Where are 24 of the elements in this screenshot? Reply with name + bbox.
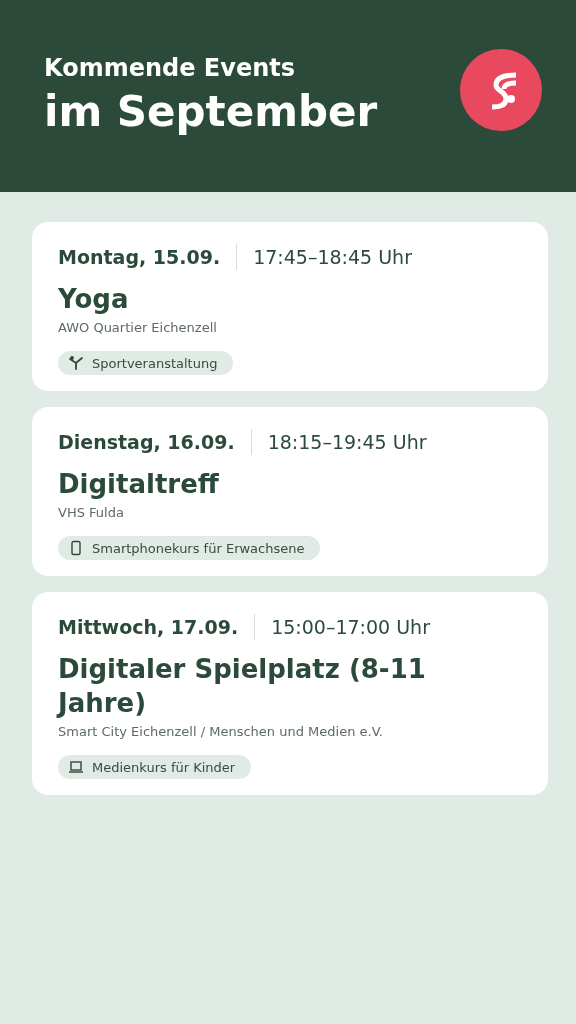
header-title: im September [44, 86, 378, 138]
event-time: 17:45–18:45 Uhr [252, 245, 412, 270]
category-label: Medienkurs für Kinder [92, 759, 236, 775]
event-location: Smart City Eichenzell / Menschen und Medien e.V. [58, 724, 383, 739]
event-time: 15:00–17:00 Uhr [270, 615, 430, 640]
event-date: Dienstag, 16.09. [58, 429, 252, 455]
laptop-icon [68, 759, 84, 775]
header-subtitle: Kommende Events [44, 53, 296, 84]
event-date: Mittwoch, 17.09. [58, 614, 256, 640]
category-label: Sportveranstaltung [92, 355, 218, 371]
event-title: Digitaler Spielplatz (8-11 Jahre) [58, 653, 427, 720]
category-label: Smartphonekurs für Erwachsene [92, 540, 305, 556]
event-card[interactable]: Dienstag, 16.09. 18:15–19:45 Uhr Digitaltreff VHS Fulda Smartphonekurs für Erwachsene [32, 407, 548, 576]
event-date: Montag, 15.09. [58, 244, 238, 270]
logo-icon [460, 49, 542, 131]
person-icon [68, 355, 84, 371]
event-location: AWO Quartier Eichenzell [58, 320, 217, 335]
event-time: 18:15–19:45 Uhr [266, 430, 427, 455]
event-card[interactable]: Mittwoch, 17.09. 15:00–17:00 Uhr Digitaler Spielplatz (8-11 Jahre) Smart City Eichenzell / Menschen und Medien e.V. Medienkurs für Kinder [32, 592, 548, 795]
event-location: VHS Fulda [58, 505, 124, 520]
smartphone-icon [68, 540, 84, 556]
event-title: Yoga [58, 283, 129, 316]
event-card[interactable]: Montag, 15.09. 17:45–18:45 Uhr Yoga AWO Quartier Eichenzell Sportveranstaltung [32, 222, 548, 391]
event-title: Digitaltreff [58, 468, 219, 501]
